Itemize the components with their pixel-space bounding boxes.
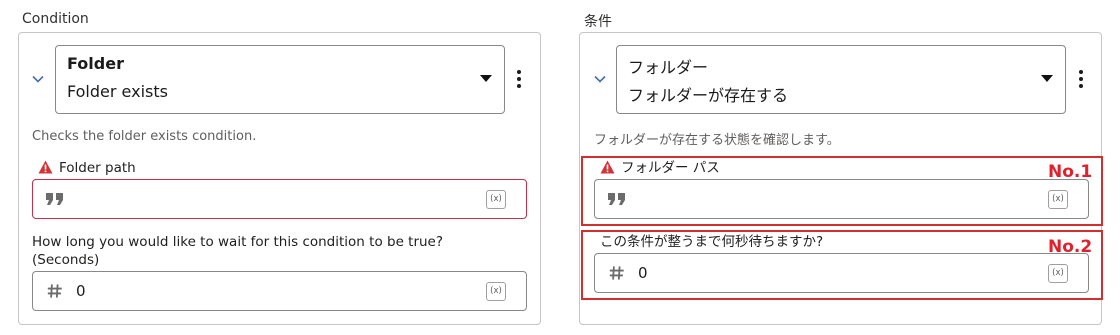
annotation-label-no2: No.2 bbox=[1048, 237, 1093, 257]
dropdown-category: Folder bbox=[67, 54, 124, 73]
left-condition-card: Folder Folder exists Checks the folder e… bbox=[18, 32, 541, 325]
chevron-down-icon[interactable] bbox=[30, 71, 46, 87]
annotation-label-no1: No.1 bbox=[1048, 162, 1093, 182]
folder-path-input[interactable]: (x) bbox=[32, 179, 527, 219]
more-vertical-icon[interactable] bbox=[516, 70, 522, 90]
annotation-box-no1 bbox=[581, 156, 1103, 226]
warning-icon bbox=[38, 160, 53, 174]
folder-path-label: Folder path bbox=[38, 159, 136, 177]
wait-seconds-value: 0 bbox=[76, 282, 86, 300]
left-section-title: Condition bbox=[22, 11, 89, 27]
dropdown-category: フォルダー bbox=[628, 58, 709, 77]
variable-icon[interactable]: (x) bbox=[486, 190, 506, 209]
annotation-box-no2 bbox=[581, 230, 1103, 300]
condition-type-dropdown[interactable]: Folder Folder exists bbox=[55, 45, 505, 114]
caret-down-icon bbox=[480, 75, 492, 82]
condition-type-dropdown[interactable]: フォルダー フォルダーが存在する bbox=[616, 45, 1066, 114]
right-section-title: 条件 bbox=[584, 14, 612, 30]
condition-description: Checks the folder exists condition. bbox=[32, 129, 257, 144]
dropdown-action: フォルダーが存在する bbox=[628, 86, 789, 105]
wait-seconds-label: How long you would like to wait for this… bbox=[32, 234, 444, 268]
wait-seconds-input[interactable]: 0 (x) bbox=[32, 271, 527, 311]
hash-icon bbox=[47, 284, 62, 298]
condition-description: フォルダーが存在する状態を確認します。 bbox=[594, 133, 840, 148]
folder-path-label-text: Folder path bbox=[59, 160, 136, 176]
chevron-down-icon[interactable] bbox=[592, 71, 608, 87]
caret-down-icon bbox=[1041, 75, 1053, 82]
quote-icon bbox=[46, 193, 63, 205]
more-vertical-icon[interactable] bbox=[1078, 70, 1084, 90]
dropdown-action: Folder exists bbox=[67, 82, 168, 101]
variable-icon[interactable]: (x) bbox=[486, 282, 506, 301]
